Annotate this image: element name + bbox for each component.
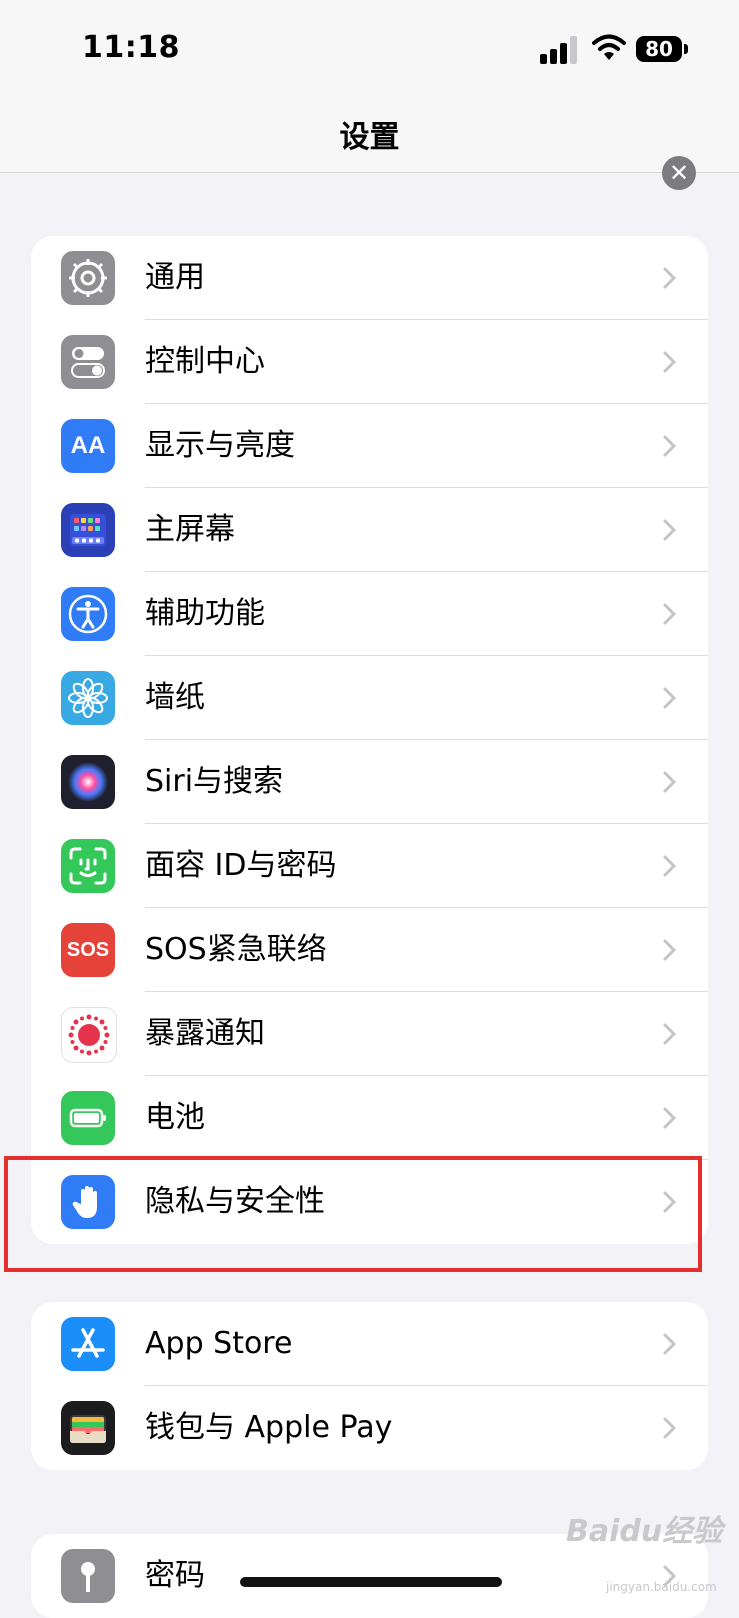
settings-row-label: 显示与亮度 xyxy=(145,428,295,463)
settings-row[interactable]: Siri与搜索 xyxy=(31,740,708,824)
settings-row[interactable]: AA 显示与亮度 xyxy=(31,404,708,488)
page-title: 设置 xyxy=(339,120,400,155)
close-button[interactable]: ✕ xyxy=(662,156,696,190)
icon-glyph: AA xyxy=(70,432,106,459)
icon-glyph: SOS xyxy=(66,938,110,961)
home-screen-icon xyxy=(61,503,115,557)
watermark: Baidu经验 xyxy=(566,1514,723,1549)
settings-row[interactable]: 电池 xyxy=(31,1076,708,1160)
flower-icon xyxy=(61,671,115,725)
sos-icon: SOS xyxy=(61,923,115,977)
chevron-right-icon xyxy=(662,1332,678,1356)
settings-group-store: App Store 钱包与 Apple Pay xyxy=(31,1302,708,1470)
settings-row-label: 面容 ID与密码 xyxy=(145,848,337,883)
wifi-icon xyxy=(592,34,626,60)
chevron-right-icon xyxy=(662,602,678,626)
text-size-icon: AA xyxy=(61,419,115,473)
accessibility-icon xyxy=(61,587,115,641)
exposure-icon xyxy=(61,1007,117,1063)
settings-row[interactable]: 辅助功能 xyxy=(31,572,708,656)
settings-row-label: 控制中心 xyxy=(145,344,265,379)
settings-row-label: 钱包与 Apple Pay xyxy=(145,1410,393,1445)
settings-row[interactable]: 钱包与 Apple Pay xyxy=(31,1386,708,1470)
highlight-box xyxy=(4,1156,702,1272)
settings-row-label: 辅助功能 xyxy=(145,596,265,631)
siri-icon xyxy=(61,755,115,809)
settings-row[interactable]: 墙纸 xyxy=(31,656,708,740)
chevron-right-icon xyxy=(662,518,678,542)
status-time: 11:18 xyxy=(82,30,180,65)
wallet-icon xyxy=(61,1401,115,1455)
settings-row-label: Siri与搜索 xyxy=(145,764,284,799)
battery-indicator: 80 xyxy=(636,36,692,62)
gear-icon xyxy=(61,251,115,305)
battery-level: 80 xyxy=(636,36,682,62)
chevron-right-icon xyxy=(662,770,678,794)
settings-row-label: 墙纸 xyxy=(145,680,205,715)
settings-row-label: 通用 xyxy=(145,260,205,295)
settings-row-label: 暴露通知 xyxy=(145,1016,265,1051)
settings-row[interactable]: 主屏幕 xyxy=(31,488,708,572)
chevron-right-icon xyxy=(662,1106,678,1130)
settings-row[interactable]: SOS SOS紧急联络 xyxy=(31,908,708,992)
cellular-signal-icon xyxy=(540,36,577,64)
settings-row-label: App Store xyxy=(145,1326,293,1361)
chevron-right-icon xyxy=(662,1416,678,1440)
battery-cap xyxy=(684,44,688,54)
settings-row[interactable]: 面容 ID与密码 xyxy=(31,824,708,908)
toggles-icon xyxy=(61,335,115,389)
chevron-right-icon xyxy=(662,350,678,374)
settings-row-label: 密码 xyxy=(145,1558,205,1593)
settings-row[interactable]: 控制中心 xyxy=(31,320,708,404)
settings-row[interactable]: 暴露通知 xyxy=(31,992,708,1076)
app-store-icon xyxy=(61,1317,115,1371)
nav-bar: 设置 xyxy=(0,100,739,173)
status-bar: 11:18 80 xyxy=(0,0,739,100)
chevron-right-icon xyxy=(662,686,678,710)
watermark-url: jingyan.baidu.com xyxy=(606,1580,717,1594)
face-id-icon xyxy=(61,839,115,893)
key-icon xyxy=(61,1549,115,1603)
chevron-right-icon xyxy=(662,854,678,878)
chevron-right-icon xyxy=(662,1022,678,1046)
home-indicator[interactable] xyxy=(240,1577,502,1587)
settings-row[interactable]: 通用 xyxy=(31,236,708,320)
chevron-right-icon xyxy=(662,434,678,458)
chevron-right-icon xyxy=(662,938,678,962)
battery-icon xyxy=(61,1091,115,1145)
settings-row-label: 电池 xyxy=(145,1100,205,1135)
chevron-right-icon xyxy=(662,266,678,290)
settings-group-main: 通用控制中心 AA 显示与亮度主屏幕辅助功能墙纸 Siri与搜索面容 ID与密码 SOS… xyxy=(31,236,708,1244)
settings-row[interactable]: App Store xyxy=(31,1302,708,1386)
settings-row-label: SOS紧急联络 xyxy=(145,932,327,967)
settings-row-label: 主屏幕 xyxy=(145,512,235,547)
